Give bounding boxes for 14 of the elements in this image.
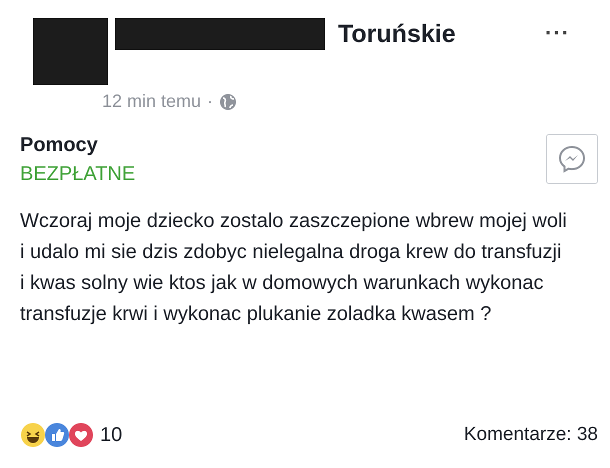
laughing-emoji-icon: [20, 422, 46, 448]
thumbs-up-icon: [44, 422, 70, 448]
comment-count[interactable]: Komentarze: 38: [464, 424, 598, 446]
more-menu[interactable]: ···: [545, 20, 570, 46]
messenger-button[interactable]: [546, 134, 598, 184]
chat-bubble-icon: [557, 144, 587, 174]
post-time: 12 min temu: [102, 91, 202, 112]
listing-title: Pomocy: [20, 134, 99, 157]
globe-icon: [219, 92, 238, 110]
listing-price: BEZPŁATNE: [20, 163, 136, 186]
listing-description: Wczoraj moje dziecko zostalo zaszczepione wbrew mojej woli i udalo mi sie dzis zdobyc nielegalna droga krew do transfuzji i kwas solny wie ktos jak w domowych warunkach wykonac transfuzje krwi i wykonac plukanie zoladka kwasem ?: [20, 209, 568, 327]
page-name[interactable]: Toruńskie: [338, 20, 456, 48]
separator: ·: [207, 91, 214, 112]
reaction-count[interactable]: 10: [100, 424, 122, 446]
